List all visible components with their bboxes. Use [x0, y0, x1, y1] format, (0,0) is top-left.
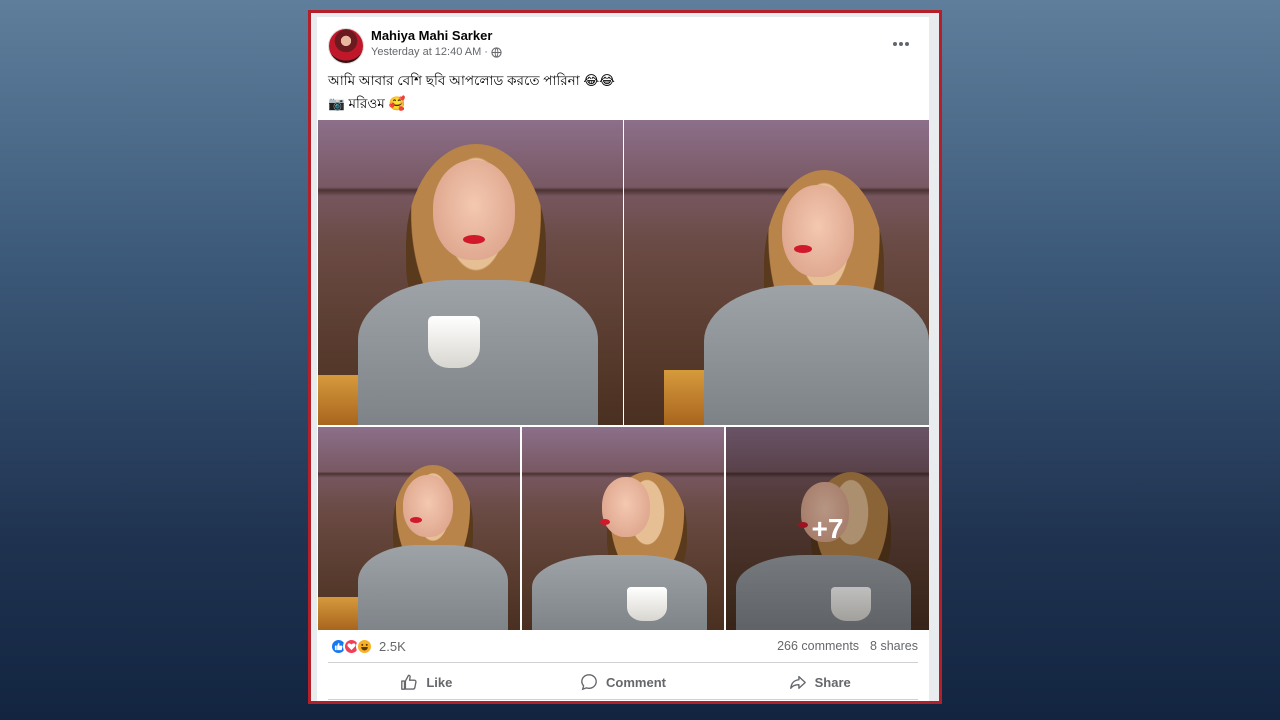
share-label: Share: [814, 674, 851, 690]
counts: 266 comments 8 shares: [777, 639, 918, 653]
photo-4[interactable]: [522, 427, 724, 630]
share-icon: [789, 675, 806, 689]
author-name[interactable]: Mahiya Mahi Sarker: [371, 28, 492, 43]
comment-label: Comment: [606, 674, 666, 690]
caption-line-2: 📷 মরিওম 🥰: [328, 95, 406, 111]
post-meta: Yesterday at 12:40 AM ·: [371, 46, 502, 58]
photo-3[interactable]: [318, 427, 520, 630]
globe-icon: [491, 46, 502, 58]
meta-separator: ·: [484, 46, 488, 58]
more-photos-overlay[interactable]: +7: [726, 427, 929, 630]
comment-icon: [581, 674, 597, 691]
haha-icon: [356, 638, 373, 655]
thumbs-up-icon: [401, 674, 417, 690]
post-caption: আমি আবার বেশি ছবি আপলোড করতে পারিনা 😂😂 📷…: [328, 69, 919, 115]
photo-5[interactable]: +7: [726, 427, 929, 630]
like-label: Like: [426, 674, 453, 690]
stats-divider: [328, 662, 918, 663]
photo-2[interactable]: [624, 120, 929, 425]
engagement-stats: 2.5K 266 comments 8 shares: [328, 635, 918, 657]
comment-button[interactable]: Comment: [525, 667, 722, 697]
photo-1[interactable]: [318, 120, 623, 425]
timestamp[interactable]: Yesterday at 12:40 AM: [371, 46, 481, 58]
post-card: Mahiya Mahi Sarker Yesterday at 12:40 AM…: [317, 17, 929, 701]
action-bar: Like Comment Share: [328, 667, 918, 697]
shares-count[interactable]: 8 shares: [870, 639, 918, 653]
share-button[interactable]: Share: [721, 667, 918, 697]
post-header: Mahiya Mahi Sarker Yesterday at 12:40 AM…: [328, 28, 919, 66]
actions-divider: [328, 699, 918, 700]
reactions-summary[interactable]: 2.5K: [330, 638, 406, 655]
caption-line-1: আমি আবার বেশি ছবি আপলোড করতে পারিনা 😂😂: [328, 72, 615, 88]
like-button[interactable]: Like: [328, 667, 525, 697]
avatar[interactable]: [328, 28, 364, 64]
more-options-icon[interactable]: [889, 34, 913, 54]
comments-count[interactable]: 266 comments: [777, 639, 859, 653]
reaction-count: 2.5K: [379, 639, 406, 654]
